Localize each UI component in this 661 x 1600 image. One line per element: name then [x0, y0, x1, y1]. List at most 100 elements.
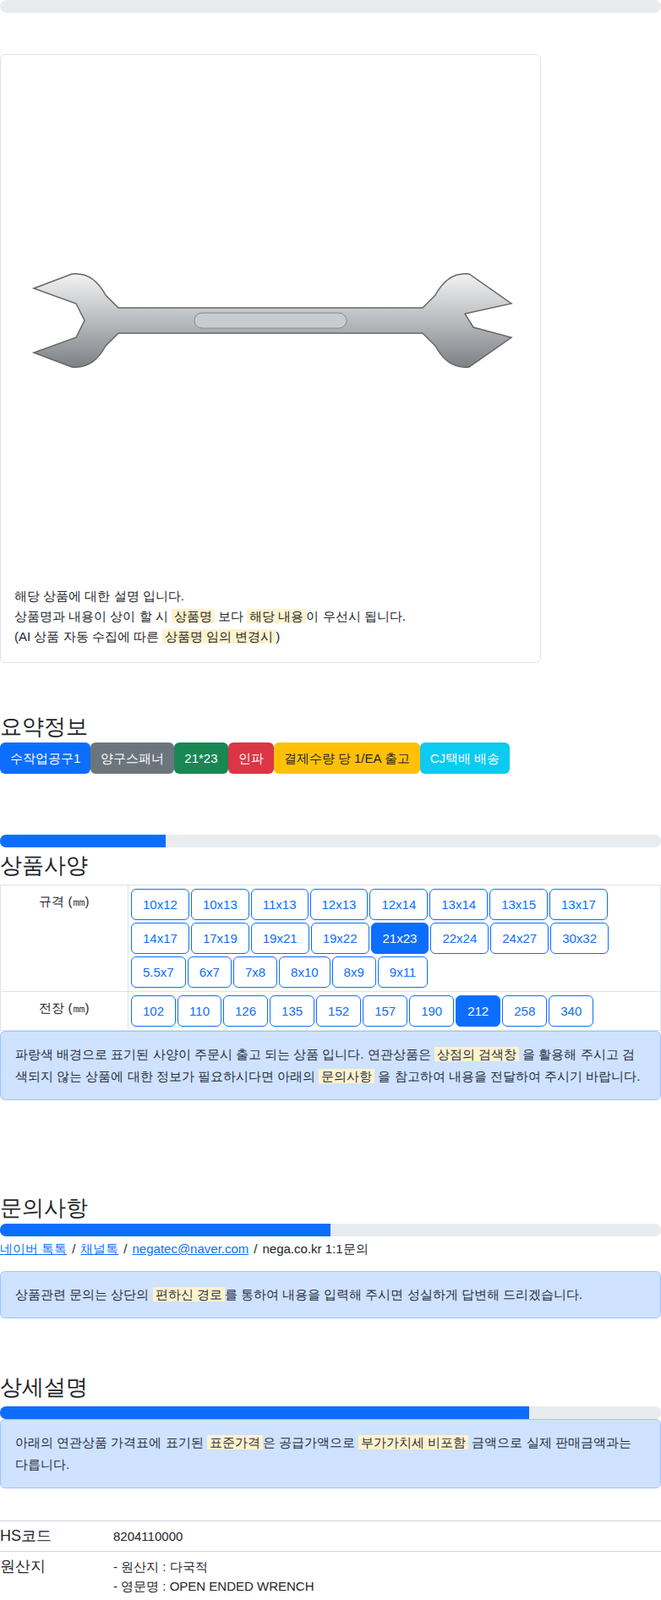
spec-section: 상품사양규격 (㎜)10x1210x1311x1312x1312x1413x14… [0, 834, 661, 1100]
spec-option[interactable]: 258 [502, 994, 547, 1027]
spec-table: 규격 (㎜)10x1210x1311x1312x1312x1413x1413x1… [0, 884, 661, 1031]
spec-options: 10x1210x1311x1312x1312x1413x1413x1513x17… [128, 884, 661, 992]
summary-tag: 인파 [228, 742, 274, 774]
text-segment: 파랑색 배경으로 표기된 사양이 주문시 출고 되는 상품 입니다. 연관상품은 [15, 1046, 435, 1061]
info-value-line: 8204110000 [113, 1525, 183, 1546]
spec-option[interactable]: 12x13 [310, 888, 369, 920]
spec-option[interactable]: 19x22 [311, 922, 370, 954]
spec-option[interactable]: 102 [131, 994, 176, 1027]
contact-link[interactable]: 네이버 톡톡 [0, 1239, 67, 1259]
separator: / [71, 1239, 76, 1259]
info-row: 원산지- 원산지 : 다국적- 영문명 : OPEN ENDED WRENCH [0, 1550, 661, 1599]
text-segment: 를 통하여 내용을 입력해 주시면 성실하게 답변해 드리겠습니다. [224, 1286, 583, 1301]
summary-tag: 결제수량 당 1/EA 출고 [273, 742, 421, 774]
spec-option[interactable]: 212 [455, 994, 501, 1027]
info-list: HS코드8204110000원산지- 원산지 : 다국적- 영문명 : OPEN… [0, 1519, 661, 1599]
text-segment: 아래의 연관상품 가격표에 표기된 [15, 1434, 208, 1449]
text-segment: (AI 상품 자동 수집에 따른 [14, 628, 163, 644]
section-progress [0, 834, 661, 847]
spec-option[interactable]: 157 [362, 994, 408, 1027]
option-list: 102110126135152157190212258340 [131, 994, 658, 1027]
spec-option[interactable]: 110 [177, 994, 222, 1027]
spec-option[interactable]: 11x13 [251, 888, 309, 920]
spec-option[interactable]: 8x9 [332, 955, 377, 988]
spec-option[interactable]: 14x17 [131, 922, 190, 954]
spec-option[interactable]: 5.5x7 [131, 955, 186, 988]
caption-line: (AI 상품 자동 수집에 따른 상품명 임의 변경시) [14, 626, 527, 647]
spec-option[interactable]: 7x8 [233, 955, 278, 988]
section-progress-fill [0, 1405, 530, 1419]
spec-option[interactable]: 21x23 [371, 922, 430, 954]
inquiry-section: 문의사항네이버 톡톡/채널톡/negatec@naver.com/nega.co… [0, 1192, 661, 1318]
spec-option[interactable]: 340 [548, 994, 594, 1027]
spec-label: 규격 (㎜) [0, 884, 129, 992]
spec-option[interactable]: 19x21 [251, 922, 310, 954]
spec-option[interactable]: 30x32 [550, 922, 609, 954]
text-segment: 은 공급가액으로 [262, 1434, 359, 1449]
spec-option[interactable]: 190 [409, 994, 454, 1027]
section-progress-fill [0, 834, 166, 847]
spec-option[interactable]: 8x10 [278, 955, 331, 988]
spec-option[interactable]: 9x11 [377, 955, 428, 988]
info-row: HS코드8204110000 [0, 1519, 661, 1551]
wrench-icon [25, 269, 516, 372]
section-progress-fill [0, 1223, 331, 1236]
text-segment: 해당 상품에 대한 설명 입니다. [14, 588, 185, 603]
highlight-text: 상품명 임의 변경시 [162, 628, 276, 644]
photo-caption: 해당 상품에 대한 설명 입니다. 상품명과 내용이 상이 할 시 상품명 보다 … [0, 585, 541, 662]
text-segment: ) [275, 628, 280, 644]
caption-line: 상품명과 내용이 상이 할 시 상품명 보다 해당 내용이 우선시 됩니다. [14, 606, 527, 627]
contact-link[interactable]: negatec@naver.com [132, 1239, 250, 1259]
summary-tag: 21*23 [174, 742, 228, 774]
summary-title: 요약정보 [0, 711, 661, 741]
contact-line: 네이버 톡톡/채널톡/negatec@naver.com/nega.co.kr … [0, 1239, 661, 1259]
spec-option[interactable]: 6x7 [187, 955, 232, 988]
contact-link[interactable]: 채널톡 [80, 1239, 119, 1259]
spec-option[interactable]: 13x17 [549, 888, 608, 920]
text-segment: 보다 [214, 608, 247, 623]
summary-section: 요약정보수작업공구1양구스패너21*23인파결제수량 당 1/EA 출고CJ택배… [0, 711, 661, 774]
spec-option[interactable]: 17x19 [191, 922, 250, 954]
spec-option[interactable]: 10x13 [191, 888, 250, 920]
contact-text: nega.co.kr 1:1문의 [262, 1239, 369, 1259]
info-label: HS코드 [0, 1524, 114, 1547]
text-segment: 이 우선시 됩니다. [305, 608, 406, 623]
separator: / [253, 1239, 257, 1259]
spec-option[interactable]: 13x14 [429, 888, 488, 920]
spec-option[interactable]: 12x14 [369, 888, 428, 920]
spec-option[interactable]: 24x27 [490, 922, 549, 954]
highlight-text: 편하신 경로 [152, 1286, 225, 1301]
section-progress [0, 1405, 661, 1419]
spec-option[interactable]: 13x15 [489, 888, 548, 920]
text-segment: 상품명과 내용이 상이 할 시 [14, 608, 172, 623]
highlight-text: 해당 내용 [246, 608, 306, 623]
spec-option[interactable]: 135 [269, 994, 315, 1027]
spec-option[interactable]: 22x24 [430, 922, 489, 954]
caption-line: 해당 상품에 대한 설명 입니다. [14, 585, 527, 607]
text-segment: 상품관련 문의는 상단의 [15, 1286, 153, 1301]
highlight-text: 상점의 검색창 [434, 1046, 519, 1061]
product-photo [0, 54, 541, 586]
summary-tag: CJ택배 배송 [420, 742, 511, 774]
text-segment: 을 참고하여 내용을 전달하여 주시기 바랍니다. [374, 1068, 640, 1083]
section-progress [0, 1223, 661, 1236]
spec-option[interactable]: 10x12 [131, 888, 190, 920]
detail-notice: 아래의 연관상품 가격표에 표기된 표준가격은 공급가액으로 부가가치세 비포함… [0, 1418, 661, 1488]
highlight-text: 문의사항 [318, 1068, 375, 1083]
highlight-text: 상품명 [171, 608, 215, 623]
info-value: 8204110000 [113, 1524, 183, 1547]
spec-notice: 파랑색 배경으로 표기된 사양이 주문시 출고 되는 상품 입니다. 연관상품은… [0, 1030, 661, 1100]
spec-title: 상품사양 [0, 850, 661, 880]
spec-options: 102110126135152157190212258340 [128, 991, 661, 1031]
separator: / [123, 1239, 127, 1259]
info-value-line: - 영문명 : OPEN ENDED WRENCH [113, 1575, 315, 1596]
summary-tag: 수작업공구1 [0, 742, 91, 774]
spec-label: 전장 (㎜) [0, 991, 129, 1031]
detail-section: 상세설명아래의 연관상품 가격표에 표기된 표준가격은 공급가액으로 부가가치세… [0, 1371, 661, 1599]
summary-tags: 수작업공구1양구스패너21*23인파결제수량 당 1/EA 출고CJ택배 배송 [0, 742, 661, 774]
spec-option[interactable]: 152 [316, 994, 361, 1027]
highlight-text: 표준가격 [207, 1434, 263, 1449]
highlight-text: 부가가치세 비포함 [358, 1434, 469, 1449]
spec-option[interactable]: 126 [223, 994, 268, 1027]
spec-row: 규격 (㎜)10x1210x1311x1312x1312x1413x1413x1… [0, 884, 661, 992]
